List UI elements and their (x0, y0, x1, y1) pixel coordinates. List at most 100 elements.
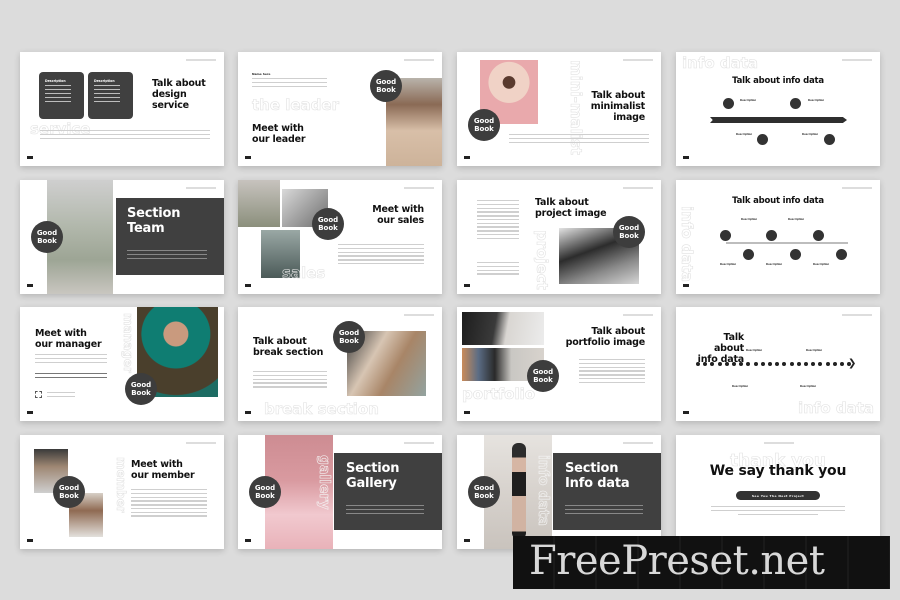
slide-title: Talk about (591, 90, 645, 101)
slide-title-line: portfolio image (565, 337, 646, 348)
timeline-arrow (710, 117, 847, 123)
slide-title-line: design (152, 89, 187, 100)
slide-url (404, 187, 434, 189)
slide-title-line: Gallery (346, 476, 397, 491)
model-figure (512, 443, 526, 539)
page-mark (27, 156, 33, 159)
page-mark (464, 156, 470, 159)
slide-info-data-3[interactable]: Talk about info data ❯ Description Descr… (676, 307, 880, 421)
body-text (131, 489, 207, 519)
page-mark (683, 411, 689, 414)
slide-section-gallery[interactable]: gallery Good Book Section Gallery (238, 435, 442, 549)
good-book-badge: Good Book (468, 109, 500, 141)
description-label: Description (808, 99, 825, 102)
slide-title: Talk about (152, 78, 206, 89)
slide-title-line: our sales (377, 215, 424, 226)
chevron-right-icon: ❯ (848, 358, 857, 369)
slide-title-line: our manager (35, 339, 102, 350)
outline-word: info data (797, 399, 875, 418)
slide-title: Meet with (372, 204, 424, 215)
slide-sales[interactable]: Good Book sales Meet with our sales (238, 180, 442, 294)
good-book-badge: Good Book (613, 216, 645, 248)
watermark-banner: FreePreset.net (513, 536, 890, 589)
timeline-dot (746, 362, 751, 366)
outline-word: sales (282, 264, 326, 283)
description-label: Description (741, 218, 758, 221)
sales-photo (238, 180, 280, 227)
slide-title: We say thank you (709, 463, 847, 479)
slide-break[interactable]: Talk about break section Good Book break … (238, 307, 442, 421)
good-book-badge: Good Book (312, 208, 344, 240)
description-card: Description (39, 72, 84, 119)
timeline-dot (696, 362, 700, 366)
slide-leader[interactable]: Name here the leader Meet with our leade… (238, 52, 442, 166)
qr-code-icon (35, 391, 42, 398)
timeline-dot (775, 362, 780, 366)
page-mark (245, 156, 251, 159)
name-label: Name here (252, 72, 271, 76)
slide-info-data-2[interactable]: info data Talk about info data Descripti… (676, 180, 880, 294)
timeline-dot (760, 362, 765, 366)
slide-title-line: image (613, 112, 645, 123)
slide-design-service[interactable]: Description Description Talk about desig… (20, 52, 224, 166)
outline-word: break section (264, 400, 380, 419)
description-label: Description (746, 349, 763, 352)
slide-info-data-1[interactable]: info data Talk about info data Descripti… (676, 52, 880, 166)
slide-section-team[interactable]: Good Book Section Team (20, 180, 224, 294)
good-book-badge: Good Book (249, 476, 281, 508)
slide-title: Talk about (713, 332, 744, 354)
outline-word: the leader (252, 96, 340, 115)
body-text (477, 200, 519, 242)
timeline-dot (840, 362, 844, 366)
timeline-icon (757, 134, 768, 145)
slide-title-line: minimalist (590, 101, 645, 112)
body-text (35, 354, 107, 365)
outline-word: info data (535, 455, 552, 527)
good-book-badge: Good Book (370, 70, 402, 102)
outline-word: info data (682, 54, 759, 73)
body-text (127, 250, 207, 261)
page-mark (245, 284, 251, 287)
slide-minimalist[interactable]: Good Book mini-malist Talk about minimali… (457, 52, 661, 166)
slide-member[interactable]: Good Book member Meet with our member (20, 435, 224, 549)
slide-portfolio[interactable]: Good Book portfolio Talk about portfolio … (457, 307, 661, 421)
slide-title: Talk about info data (732, 196, 824, 206)
description-label: Description (732, 385, 749, 388)
body-text (565, 505, 643, 516)
slide-title: Meet with (131, 459, 183, 470)
body-text (579, 359, 645, 385)
timeline-dot (717, 362, 722, 366)
page-mark (245, 539, 251, 542)
slide-title-line: service (152, 100, 189, 111)
slide-title-line: project image (535, 208, 607, 219)
slide-url (404, 442, 434, 444)
page-mark (683, 284, 689, 287)
timeline-dot (832, 362, 837, 366)
slide-title: Section (127, 206, 181, 221)
description-label: Description (813, 263, 830, 266)
page-mark (27, 411, 33, 414)
body-text (252, 78, 327, 89)
timeline-icon (766, 230, 777, 241)
timeline-dot (782, 362, 787, 366)
timeline-dot (768, 362, 772, 366)
body-text (40, 130, 210, 141)
slide-title-line: Info data (565, 476, 630, 491)
slide-thank-you[interactable]: thank you We say thank you See You The N… (676, 435, 880, 549)
body-text (338, 244, 424, 267)
timeline-dots (696, 362, 856, 367)
slide-section-info[interactable]: info data Good Book Section Info data (457, 435, 661, 549)
description-label: Description (720, 263, 737, 266)
timeline-dot (804, 362, 808, 366)
next-project-button[interactable]: See You The Next Project (736, 491, 820, 500)
slide-url (404, 314, 434, 316)
good-book-badge: Good Book (125, 373, 157, 405)
slide-manager[interactable]: Meet with our manager manager Good Book (20, 307, 224, 421)
timeline-icon (790, 98, 801, 109)
slide-title: Talk about info data (732, 76, 824, 86)
slide-url (842, 314, 872, 316)
timeline-icon (720, 230, 731, 241)
body-text (477, 262, 519, 277)
slide-title-line: our member (131, 470, 195, 481)
slide-project[interactable]: Talk about project image project Good Boo… (457, 180, 661, 294)
